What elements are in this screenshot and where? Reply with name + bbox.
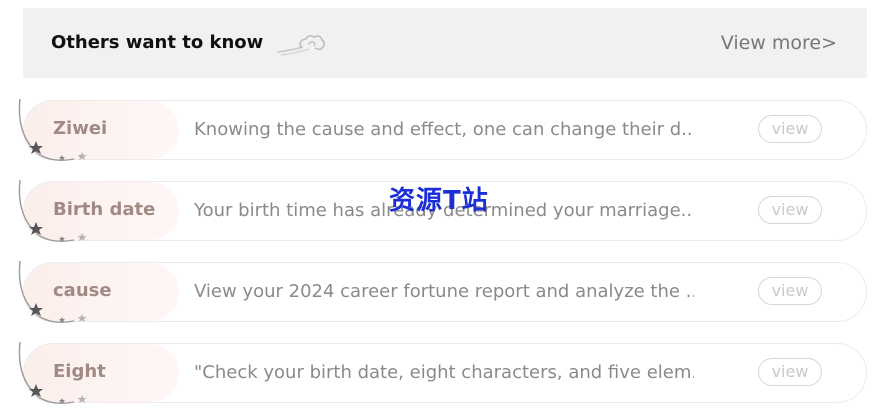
item-label: Eight — [53, 361, 106, 382]
page: Others want to know View more> Ziwei Kno… — [0, 0, 888, 420]
item-label: cause — [53, 280, 112, 301]
list-item[interactable]: Ziwei Knowing the cause and effect, one … — [18, 98, 867, 162]
section-header: Others want to know View more> — [23, 8, 867, 78]
view-button[interactable]: view — [758, 196, 822, 224]
item-label: Birth date — [53, 199, 156, 220]
view-more-link[interactable]: View more> — [721, 32, 837, 54]
cloud-icon — [276, 35, 326, 56]
view-button[interactable]: view — [758, 358, 822, 386]
view-button[interactable]: view — [758, 277, 822, 305]
list-item[interactable]: Eight "Check your birth date, eight char… — [18, 341, 867, 405]
item-description: Knowing the cause and effect, one can ch… — [194, 119, 694, 140]
watermark: 资源T站 — [389, 186, 489, 216]
section-title: Others want to know — [51, 32, 264, 53]
item-label: Ziwei — [53, 118, 108, 139]
item-description: View your 2024 career fortune report and… — [194, 281, 694, 302]
view-button[interactable]: view — [758, 115, 822, 143]
item-description: "Check your birth date, eight characters… — [194, 362, 694, 383]
list-item[interactable]: cause View your 2024 career fortune repo… — [18, 260, 867, 324]
